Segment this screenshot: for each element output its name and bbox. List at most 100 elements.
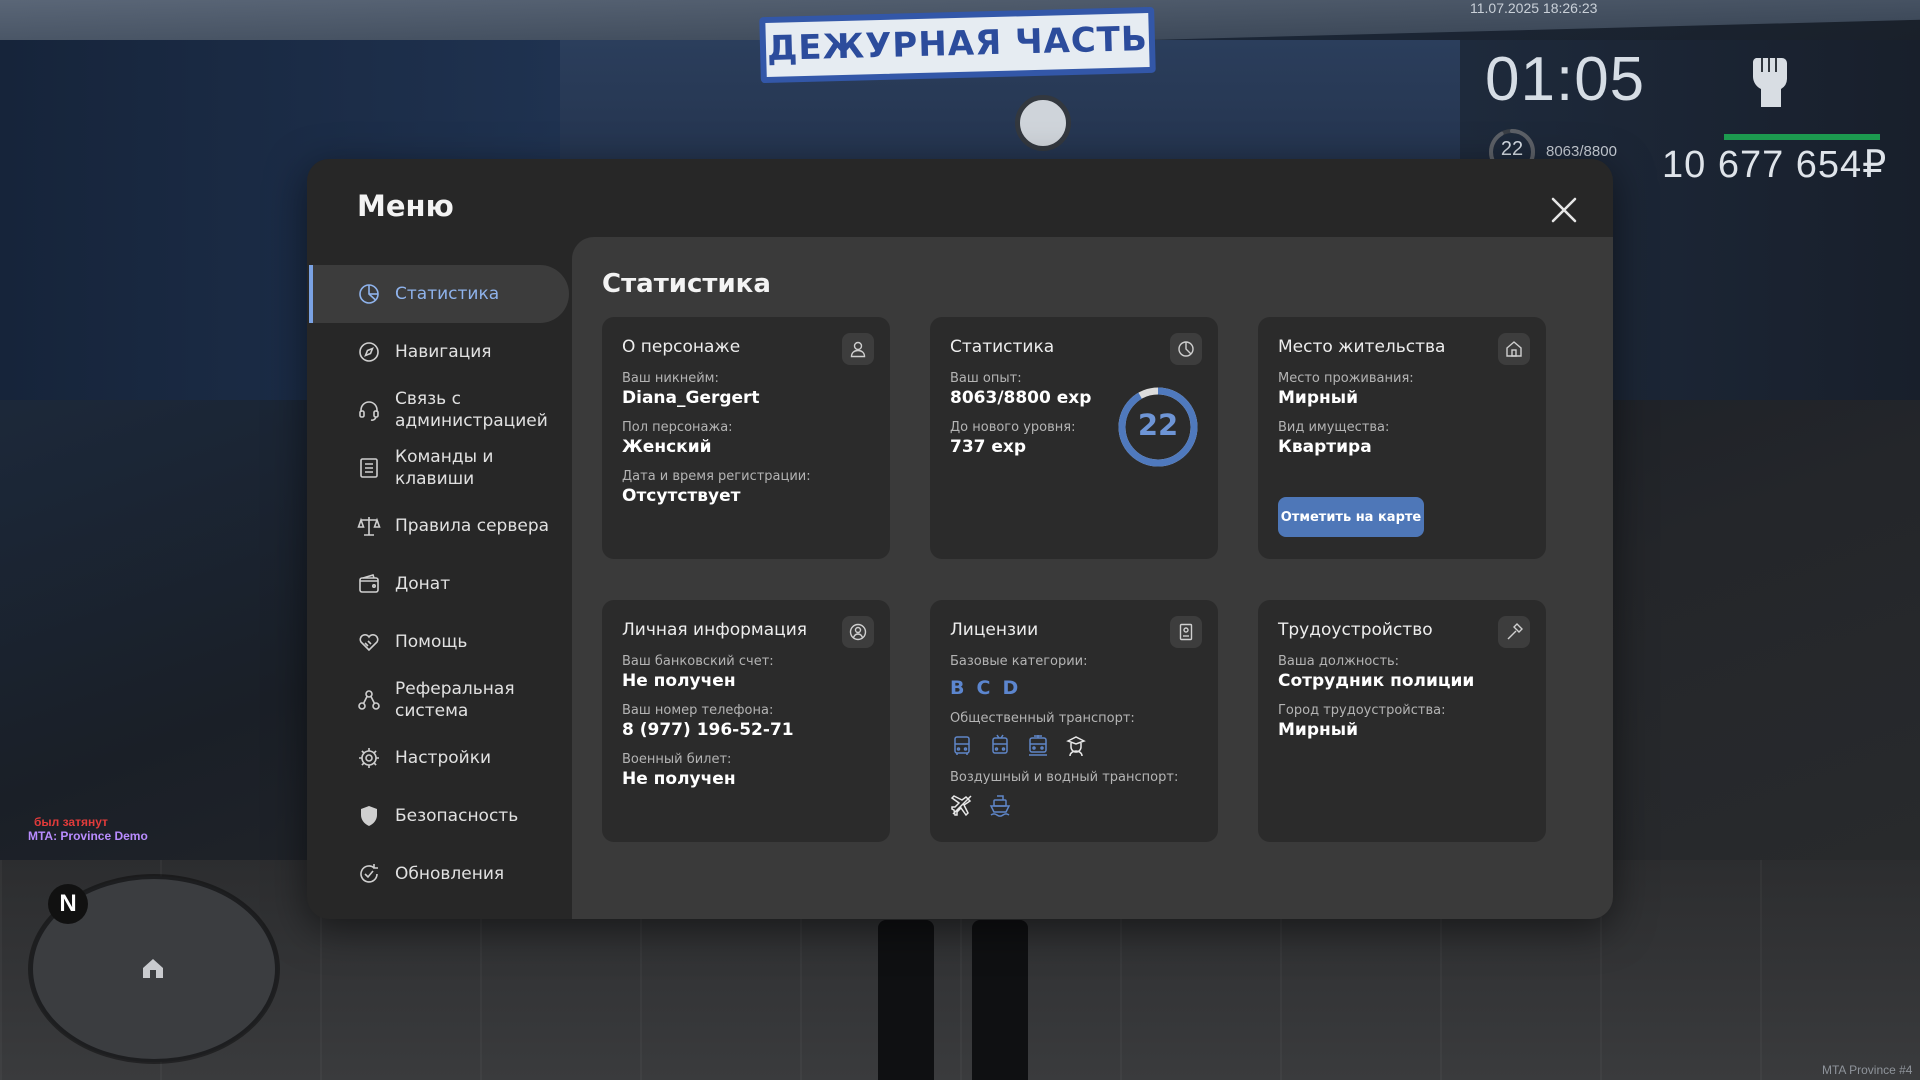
mark-on-map-button[interactable]: Отметить на карте: [1278, 497, 1424, 537]
sidebar-item-label: Обновления: [395, 864, 505, 884]
trolleybus-icon: [992, 734, 1008, 754]
shield-icon: [361, 806, 377, 826]
public-transport-icons: [950, 734, 1198, 758]
bus-icon: [954, 736, 970, 755]
document-list-icon: [360, 458, 378, 478]
field-label: Ваш опыт:: [950, 371, 1022, 386]
home-icon: [143, 959, 163, 978]
house-icon: [1498, 333, 1530, 365]
user-circle-icon: [842, 616, 874, 648]
field-label: Ваш номер телефона:: [622, 703, 774, 718]
bank-account-value: Не получен: [622, 671, 736, 691]
card-personal-info: Личная информация Ваш банковский счет: Н…: [602, 600, 890, 842]
sidebar-item-admin-contact[interactable]: Связь с администрацией: [309, 381, 569, 439]
compass-icon: [359, 342, 379, 362]
field-label: Ваш банковский счет:: [622, 654, 774, 669]
sidebar-item-label: Настройки: [395, 748, 492, 768]
registration-value: Отсутствует: [622, 486, 741, 506]
referral-icon: [358, 690, 380, 710]
sidebar-item-help[interactable]: Помощь: [309, 613, 569, 671]
sidebar-item-label: Статистика: [395, 284, 500, 304]
card-licenses: Лицензии Базовые категории: B C D Общест…: [930, 600, 1218, 842]
hud-level: 22: [1500, 138, 1524, 160]
field-label: Пол персонажа:: [622, 420, 733, 435]
hud-money: 10 677 654₽: [1662, 144, 1888, 186]
content-panel: Статистика О персонаже Ваш никнейм: Dian…: [572, 237, 1613, 919]
field-label: Вид имущества:: [1278, 420, 1390, 435]
sidebar-item-label: Команды и клавиши: [395, 447, 494, 489]
wallet-icon: [359, 574, 379, 593]
taxi-driver-icon: [1066, 736, 1086, 757]
sidebar-item-security[interactable]: Безопасность: [309, 787, 569, 845]
sidebar-item-updates[interactable]: Обновления: [309, 845, 569, 903]
sidebar-item-navigation[interactable]: Навигация: [309, 323, 569, 381]
chat-line: MTA: Province Demo: [28, 829, 148, 843]
field-label: Военный билет:: [622, 752, 732, 767]
card-title: Личная информация: [622, 620, 808, 640]
card-title: Лицензии: [950, 620, 1039, 640]
airplane-icon: [950, 795, 972, 817]
field-label: Город трудоустройства:: [1278, 703, 1446, 718]
phone-value: 8 (977) 196-52-71: [622, 720, 794, 740]
field-label: Место проживания:: [1278, 371, 1414, 386]
chat-line: был затянут: [34, 815, 108, 829]
military-id-value: Не получен: [622, 769, 736, 789]
nickname-value: Diana_Gergert: [622, 388, 760, 408]
card-residence: Место жительства Место проживания: Мирны…: [1258, 317, 1546, 559]
hammer-icon: [1498, 616, 1530, 648]
field-label: Ваша должность:: [1278, 654, 1400, 669]
handshake-heart-icon: [359, 633, 379, 652]
sidebar-item-label: Правила сервера: [395, 516, 550, 536]
sidebar-item-commands[interactable]: Команды и клавиши: [309, 439, 569, 497]
card-title: Трудоустройство: [1278, 620, 1433, 640]
pie-chart-icon: [1170, 333, 1202, 365]
id-card-icon: [1170, 616, 1202, 648]
card-about-character: О персонаже Ваш никнейм: Diana_Gergert П…: [602, 317, 890, 559]
sidebar-item-referral[interactable]: Реферальная система: [309, 671, 569, 729]
sidebar-item-statistics[interactable]: Статистика: [309, 265, 569, 323]
hud-health-bar: [1724, 134, 1880, 140]
player-character: [878, 920, 1028, 1080]
close-icon[interactable]: [1547, 193, 1581, 227]
wall-clock: [1015, 95, 1071, 151]
card-title: О персонаже: [622, 337, 741, 357]
residence-place-value: Мирный: [1278, 388, 1359, 408]
level-number: 22: [1137, 408, 1179, 442]
sidebar-item-server-rules[interactable]: Правила сервера: [309, 497, 569, 555]
gender-value: Женский: [622, 437, 712, 457]
field-label: Дата и время регистрации:: [622, 469, 811, 484]
sidebar-item-donate[interactable]: Донат: [309, 555, 569, 613]
job-city-value: Мирный: [1278, 720, 1359, 740]
fist-icon: [1752, 58, 1787, 107]
chat: был затянут MTA: Province Demo: [28, 815, 148, 843]
license-categories: B C D: [950, 677, 1198, 699]
boat-icon: [989, 795, 1011, 817]
sidebar-item-settings[interactable]: Настройки: [309, 729, 569, 787]
sidebar-item-label: Реферальная система: [395, 679, 515, 721]
tram-icon: [1029, 735, 1047, 756]
sidebar-item-label: Помощь: [395, 632, 468, 652]
user-icon: [842, 333, 874, 365]
card-title: Место жительства: [1278, 337, 1446, 357]
field-label: Базовые категории:: [950, 654, 1088, 669]
field-label: Воздушный и водный транспорт:: [950, 770, 1179, 785]
sidebar-nav: Статистика Навигация Связь с администрац…: [309, 265, 569, 903]
pie-chart-icon: [359, 284, 379, 304]
gear-icon: [359, 748, 379, 768]
scales-icon: [357, 517, 381, 536]
license-category: B: [950, 677, 965, 699]
menu-modal: Меню Статистика Навигация Связь с админи…: [307, 159, 1613, 919]
hud-time: 01:05: [1485, 45, 1646, 114]
refresh-check-icon: [360, 864, 378, 883]
air-water-transport-icons: [950, 793, 1198, 817]
radar-north-icon: N: [48, 884, 88, 924]
license-category: C: [976, 677, 991, 699]
card-title: Статистика: [950, 337, 1055, 357]
card-statistics: Статистика Ваш опыт: 8063/8800 exp До но…: [930, 317, 1218, 559]
sidebar-item-label: Донат: [395, 574, 451, 594]
page-title: Статистика: [602, 269, 771, 299]
card-employment: Трудоустройство Ваша должность: Сотрудни…: [1258, 600, 1546, 842]
field-label: Ваш никнейм:: [622, 371, 719, 386]
headset-icon: [359, 401, 379, 421]
job-position-value: Сотрудник полиции: [1278, 671, 1475, 691]
